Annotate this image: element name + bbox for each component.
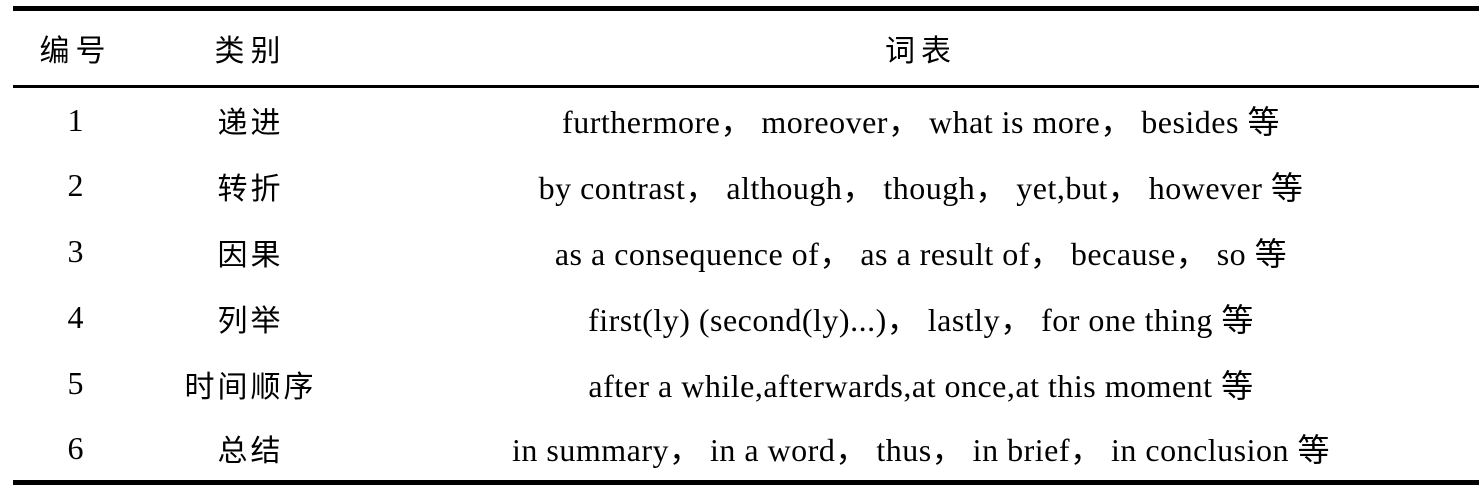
row-category: 递进 <box>217 106 284 142</box>
table-row: 4 列举 first(ly) (second(ly)...)， lastly， … <box>13 285 1479 351</box>
row-number: 2 <box>67 167 84 203</box>
header-category: 类别 <box>138 8 363 88</box>
table-row: 3 因果 as a consequence of， as a result of… <box>13 219 1479 285</box>
row-words: first(ly) (second(ly)...)， lastly， for o… <box>588 301 1254 338</box>
row-number: 3 <box>67 233 84 269</box>
table-row: 6 总结 in summary， in a word， thus， in bri… <box>13 417 1479 483</box>
connectives-table-container: 编号 类别 词表 1 递进 furthermore， moreover， wha… <box>13 6 1479 485</box>
row-words: by contrast， although， though， yet,but， … <box>538 169 1304 206</box>
row-category: 转折 <box>217 171 284 207</box>
row-category: 时间顺序 <box>184 369 317 405</box>
table-body: 1 递进 furthermore， moreover， what is more… <box>13 87 1479 483</box>
table-row: 1 递进 furthermore， moreover， what is more… <box>13 87 1479 153</box>
row-number: 4 <box>67 299 84 335</box>
row-words: as a consequence of， as a result of， bec… <box>554 235 1288 272</box>
row-category: 总结 <box>217 434 284 470</box>
header-word-list: 词表 <box>363 8 1479 88</box>
row-category: 列举 <box>217 303 284 339</box>
row-number: 6 <box>67 429 84 466</box>
row-words: furthermore， moreover， what is more， bes… <box>562 104 1280 141</box>
header-number: 编号 <box>13 8 138 88</box>
row-words: after a while,afterwards,at once,at this… <box>588 367 1254 404</box>
row-number: 1 <box>67 101 84 138</box>
table-row: 5 时间顺序 after a while,afterwards,at once,… <box>13 351 1479 417</box>
row-number: 5 <box>67 365 84 401</box>
table-header: 编号 类别 词表 <box>13 8 1479 88</box>
header-row: 编号 类别 词表 <box>13 8 1479 88</box>
connectives-table: 编号 类别 词表 1 递进 furthermore， moreover， wha… <box>13 6 1479 485</box>
row-words: in summary， in a word， thus， in brief， i… <box>511 432 1331 469</box>
table-row: 2 转折 by contrast， although， though， yet,… <box>13 153 1479 219</box>
row-category: 因果 <box>217 237 284 273</box>
